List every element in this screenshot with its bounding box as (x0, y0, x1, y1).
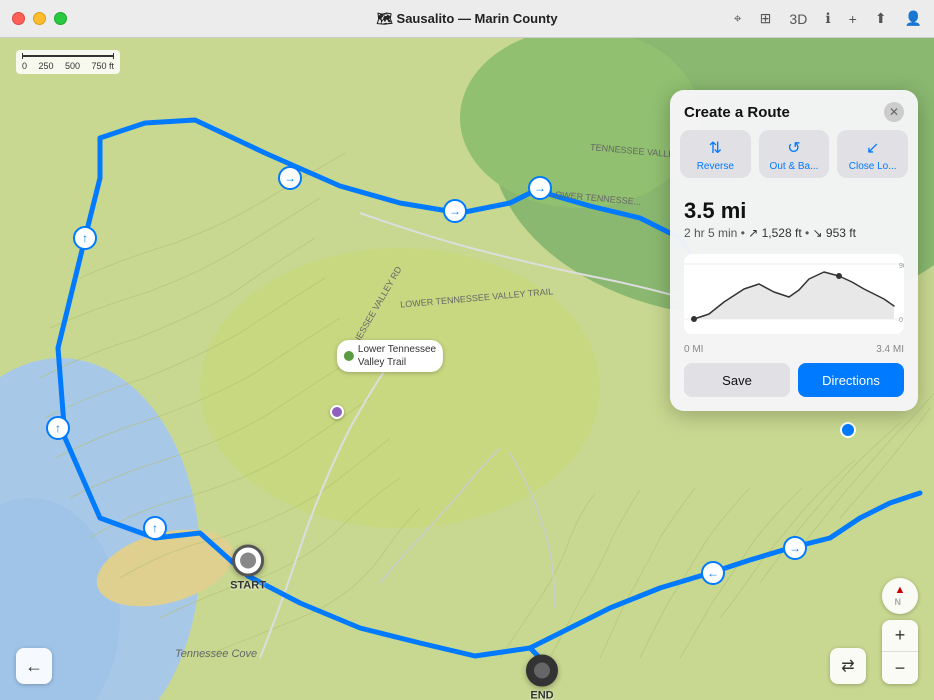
panel-title: Create a Route (684, 104, 790, 121)
directions-button[interactable]: Directions (798, 363, 904, 397)
close-button[interactable] (12, 12, 25, 25)
svg-text:900 FT: 900 FT (899, 263, 904, 270)
panel-buttons: Save Directions (670, 359, 918, 397)
panel-close-button[interactable]: ✕ (884, 102, 904, 122)
elevation-chart: 900 FT 0 FT (684, 254, 904, 334)
bottom-right-controls: ▲N + − (882, 578, 918, 684)
svg-text:↑: ↑ (55, 421, 61, 435)
minimize-button[interactable] (33, 12, 46, 25)
route-actions: ⇅ Reverse ↺ Out & Ba... ↙ Close Lo... (670, 130, 918, 188)
bottom-left-controls: ← (16, 648, 52, 684)
window-icon: 🗺 (376, 11, 393, 26)
start-marker: START (230, 545, 266, 592)
route-details: 2 hr 5 min • ↗ 1,528 ft • ↘ 953 ft (684, 226, 904, 240)
route-stats: 3.5 mi 2 hr 5 min • ↗ 1,528 ft • ↘ 953 f… (670, 188, 918, 246)
threed-button[interactable]: 3D (789, 11, 807, 27)
route-ascent: ↗ 1,528 ft (748, 226, 801, 240)
account-icon[interactable]: 👤 (905, 10, 922, 27)
chart-x-start: 0 MI (684, 344, 703, 355)
poi-lower-trail[interactable]: Lower TennesseeValley Trail (337, 340, 443, 372)
end-label: END (530, 690, 553, 700)
svg-text:→: → (449, 204, 461, 218)
layers-icon[interactable]: ⊞ (760, 10, 772, 27)
chart-x-end: 3.4 MI (876, 344, 904, 355)
purple-marker (330, 405, 344, 419)
zoom-out-button[interactable]: − (882, 652, 918, 684)
filter-button[interactable]: ⇄ (830, 648, 866, 684)
svg-text:↑: ↑ (152, 521, 158, 535)
info-icon[interactable]: ℹ (825, 10, 830, 27)
title-bar: 🗺 Sausalito — Marin County ⌖ ⊞ 3D ℹ + ⬆ … (0, 0, 934, 38)
end-marker: END (526, 655, 558, 700)
poi-dot (344, 351, 354, 361)
back-button[interactable]: ← (16, 648, 52, 684)
maximize-button[interactable] (54, 12, 67, 25)
map-area[interactable]: ↑ ↑ ↑ → → → → ← 0 250 500 (0, 38, 934, 700)
window-title: 🗺 Sausalito — Marin County (376, 11, 557, 27)
compass-button[interactable]: ▲N (882, 578, 918, 614)
panel-header: Create a Route ✕ (670, 90, 918, 130)
toolbar: ⌖ ⊞ 3D ℹ + ⬆ 👤 (734, 10, 922, 27)
end-circle (526, 655, 558, 687)
svg-text:←: ← (707, 566, 719, 580)
traffic-lights (12, 12, 67, 25)
zoom-in-button[interactable]: + (882, 620, 918, 652)
close-loop-label: Close Lo... (849, 161, 897, 172)
svg-text:0 FT: 0 FT (899, 317, 904, 324)
location-icon[interactable]: ⌖ (734, 10, 742, 27)
svg-text:→: → (789, 541, 801, 555)
add-icon[interactable]: + (849, 11, 857, 27)
route-descent: ↘ 953 ft (813, 226, 856, 240)
zoom-control: + − (882, 620, 918, 684)
route-time: 2 hr 5 min (684, 226, 737, 240)
route-distance: 3.5 mi (684, 198, 904, 224)
reverse-label: Reverse (697, 161, 734, 172)
start-circle (232, 545, 264, 577)
svg-text:→: → (284, 171, 296, 185)
scale-bar: 0 250 500 750 ft (16, 50, 120, 74)
svg-text:↑: ↑ (82, 231, 88, 245)
out-back-icon: ↺ (787, 138, 800, 158)
save-button[interactable]: Save (684, 363, 790, 397)
out-back-label: Out & Ba... (770, 161, 819, 172)
share-icon[interactable]: ⬆ (875, 10, 887, 27)
end-inner (534, 663, 550, 679)
chart-labels: 0 MI 3.4 MI (670, 344, 918, 355)
reverse-button[interactable]: ⇅ Reverse (680, 130, 751, 178)
start-inner (240, 553, 256, 569)
reverse-icon: ⇅ (709, 138, 722, 158)
svg-text:→: → (534, 181, 546, 195)
start-label: START (230, 580, 266, 592)
close-loop-icon: ↙ (866, 138, 879, 158)
route-panel: Create a Route ✕ ⇅ Reverse ↺ Out & Ba...… (670, 90, 918, 411)
out-back-button[interactable]: ↺ Out & Ba... (759, 130, 830, 178)
close-loop-button[interactable]: ↙ Close Lo... (837, 130, 908, 178)
